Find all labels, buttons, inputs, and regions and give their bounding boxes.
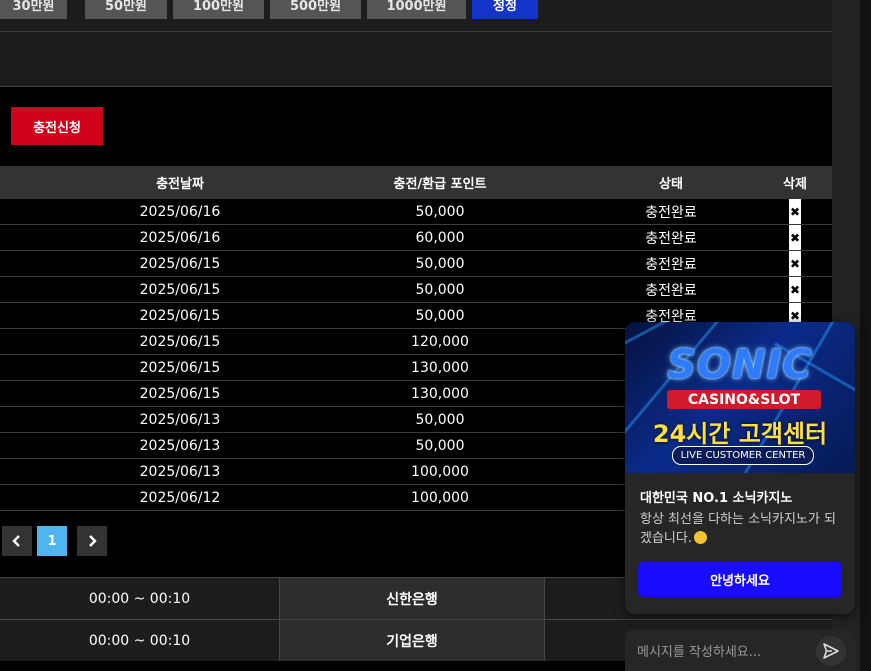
delete-icon[interactable]: ✖ [789,277,801,302]
cell-date: 2025/06/15 [139,333,221,350]
smile-emoji-icon [693,531,707,544]
cell-date: 2025/06/15 [139,385,221,402]
chat-message: 항상 최선을 다하는 소닉카지노가 되겠습니다. [640,510,840,548]
banner-headline: 24시간 고객센터 [652,420,828,448]
banner-sub: LIVE CUSTOMER CENTER [672,446,814,465]
table-row: 2025/06/15 50,000 충전완료 ✖ [0,277,832,303]
cell-status: 충전완료 [645,204,697,221]
table-row: 2025/06/15 50,000 충전완료 ✖ [0,251,832,277]
bank-time: 00:00 ~ 00:10 [88,590,191,607]
table-header: 충전날짜 충전/환급 포인트 상태 삭제 [0,166,832,199]
amount-button-30[interactable]: 30만원 [0,0,67,19]
charge-request-button[interactable]: 충전신청 [11,107,103,145]
cell-points: 60,000 [415,229,465,246]
cell-points: 100,000 [411,463,469,480]
amount-button-50[interactable]: 50만원 [85,0,167,19]
cell-points: 120,000 [411,333,469,350]
banner-tag: CASINO&SLOT [667,390,821,409]
cell-date: 2025/06/12 [139,489,221,506]
cell-date: 2025/06/13 [139,411,221,428]
cell-status: 충전완료 [645,256,697,273]
cell-date: 2025/06/15 [139,255,221,272]
cell-status: 충전완료 [645,230,697,247]
header-date: 충전날짜 [156,177,204,192]
header-points: 충전/환급 포인트 [393,177,487,192]
chat-widget: SONIC CASINO&SLOT 24시간 고객센터 LIVE CUSTOME… [625,322,855,614]
send-button[interactable] [816,636,846,666]
table-row: 2025/06/16 60,000 충전완료 ✖ [0,225,832,251]
banner-brand: SONIC [667,342,813,388]
cell-status: 충전완료 [645,282,697,299]
chevron-right-icon [89,535,97,547]
cell-points: 130,000 [411,359,469,376]
next-page-button[interactable] [77,526,107,556]
cell-points: 100,000 [411,489,469,506]
cell-date: 2025/06/13 [139,437,221,454]
bank-name: 신한은행 [279,578,545,619]
amount-button-1000[interactable]: 1000만원 [367,0,466,19]
chat-input-bar: 메시지를 작성하세요... [625,630,855,671]
table-row: 2025/06/16 50,000 충전완료 ✖ [0,199,832,225]
send-icon [823,643,839,659]
chevron-left-icon [12,535,20,547]
delete-icon[interactable]: ✖ [789,225,801,250]
amount-button-100[interactable]: 100만원 [173,0,264,19]
cell-date: 2025/06/13 [139,463,221,480]
cell-points: 50,000 [415,307,465,324]
page-1-button[interactable]: 1 [37,526,67,556]
bank-name: 기업은행 [279,620,545,661]
cell-points: 50,000 [415,281,465,298]
scrollbar-track[interactable] [860,0,871,671]
delete-icon[interactable]: ✖ [789,251,801,276]
cell-date: 2025/06/15 [139,359,221,376]
cell-points: 130,000 [411,385,469,402]
chat-banner-image: SONIC CASINO&SLOT 24시간 고객센터 LIVE CUSTOME… [625,322,855,473]
cell-date: 2025/06/16 [139,229,221,246]
header-status: 상태 [659,177,683,192]
cell-date: 2025/06/15 [139,281,221,298]
header-delete: 삭제 [783,177,807,192]
cell-points: 50,000 [415,255,465,272]
chat-message-text: 항상 최선을 다하는 소닉카지노가 되겠습니다. [640,512,836,546]
divider [0,31,832,32]
hello-button[interactable]: 안녕하세요 [638,562,842,597]
correct-button[interactable]: 정정 [472,0,538,19]
cell-points: 50,000 [415,203,465,220]
amount-button-500[interactable]: 500만원 [270,0,361,19]
cell-date: 2025/06/16 [139,203,221,220]
amount-button-bar: 30만원 50만원 100만원 500만원 1000만원 정정 [0,0,833,87]
cell-date: 2025/06/15 [139,307,221,324]
cell-points: 50,000 [415,437,465,454]
chat-input[interactable]: 메시지를 작성하세요... [637,630,761,671]
cell-points: 50,000 [415,411,465,428]
prev-page-button[interactable] [2,526,32,556]
delete-icon[interactable]: ✖ [789,199,801,224]
bank-time: 00:00 ~ 00:10 [88,632,191,649]
chat-title: 대한민국 NO.1 소닉카지노 [640,491,793,506]
